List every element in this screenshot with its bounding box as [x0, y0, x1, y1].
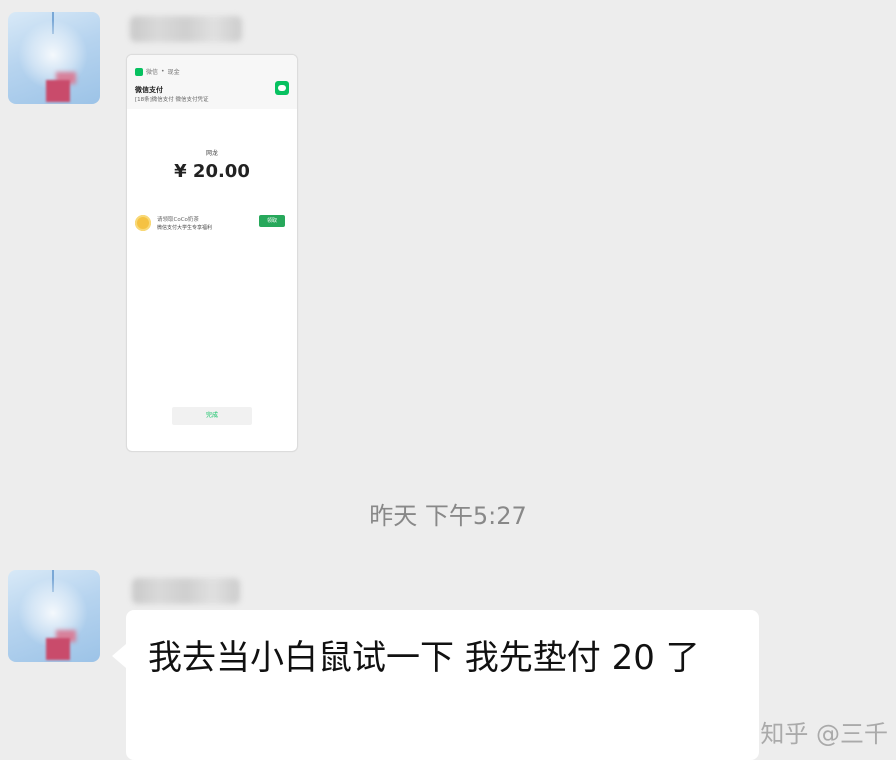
wechat-icon	[135, 67, 143, 76]
dot-separator: •	[161, 68, 165, 75]
image-attachment[interactable]: 微信 • 现金 微信支付 [18条]微信支付 微信支付凭证 网龙 ¥ 20.00…	[126, 54, 298, 452]
notification-source-label: 现金	[167, 69, 180, 76]
avatar[interactable]	[8, 12, 100, 104]
promo-row: 请领取CoCo奶茶 微信支付大学生专享福利 领取	[135, 211, 293, 239]
message-bubble[interactable]: 我去当小白鼠试一下 我先垫付 20 了	[112, 610, 759, 760]
avatar[interactable]	[8, 570, 100, 662]
avatar-decor	[46, 80, 70, 102]
promo-description: 微信支付大学生专享福利	[157, 225, 213, 231]
notification-app-row: 微信 • 现金	[135, 67, 180, 76]
avatar-decor	[46, 638, 70, 660]
message-timestamp: 昨天 下午5:27	[369, 502, 527, 530]
notification-header: 微信 • 现金 微信支付 [18条]微信支付 微信支付凭证	[127, 55, 297, 109]
done-button: 完成	[172, 407, 252, 425]
notification-subtitle: [18条]微信支付 微信支付凭证	[135, 97, 209, 103]
sender-name-blurred	[130, 16, 242, 42]
payee-name: 网龙	[205, 150, 218, 157]
promo-get-button: 领取	[259, 215, 285, 227]
payment-amount: ¥ 20.00	[174, 161, 250, 182]
sender-name-blurred	[132, 578, 240, 604]
coin-icon	[135, 215, 151, 231]
message-text: 我去当小白鼠试一下 我先垫付 20 了	[148, 638, 700, 678]
wechat-app-icon	[275, 81, 289, 95]
promo-name: 请领取CoCo奶茶	[157, 217, 199, 223]
notification-app-label: 微信	[146, 69, 159, 76]
watermark: 知乎 @三千	[760, 720, 888, 748]
notification-title: 微信支付	[135, 86, 163, 94]
